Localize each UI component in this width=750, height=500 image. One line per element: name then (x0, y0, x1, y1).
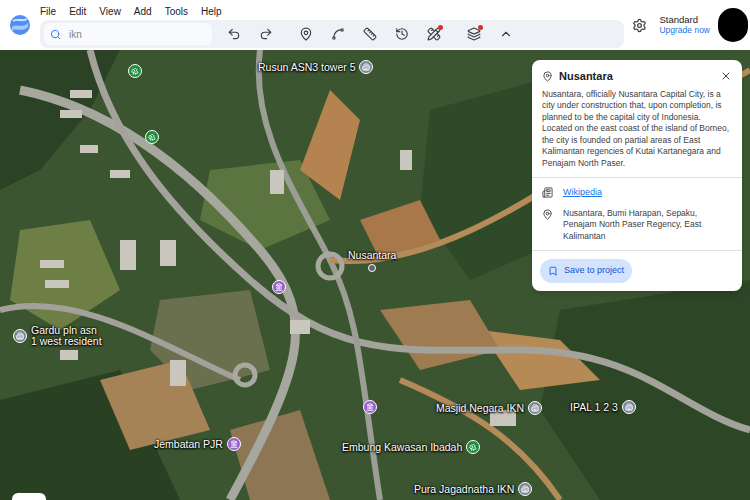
address: Nusantara, Bumi Harapan, Sepaku, Penajam… (563, 208, 732, 243)
park-pin-icon[interactable] (128, 64, 142, 78)
building-pin-icon[interactable] (13, 329, 27, 343)
chevron-up-icon (499, 27, 513, 41)
earth-logo-icon[interactable] (8, 13, 32, 37)
bookmark-icon (548, 266, 558, 276)
tool-buttons (224, 24, 516, 44)
location-icon (542, 71, 553, 82)
wikipedia-row: Wikipedia (532, 178, 742, 200)
map-pin[interactable]: IPAL 1 2 3 (570, 400, 636, 414)
tool-button[interactable] (464, 24, 484, 44)
tool-button[interactable] (296, 24, 316, 44)
search-value[interactable]: ikn (69, 27, 82, 42)
building-pin-icon[interactable] (528, 401, 542, 415)
tool-button[interactable] (360, 24, 380, 44)
pin-label[interactable]: Jembatan PJR (154, 439, 223, 450)
map-pin[interactable]: Jembatan PJR (154, 437, 241, 451)
pin-label[interactable]: Pura Jagadnatha IKN (414, 484, 514, 495)
address-row: Nusantara, Bumi Harapan, Sepaku, Penajam… (532, 200, 742, 251)
attraction-pin-icon[interactable] (363, 400, 377, 414)
tool-button[interactable] (256, 24, 276, 44)
menu-item[interactable]: Edit (69, 4, 86, 19)
map-control[interactable] (12, 493, 46, 500)
menu-item[interactable]: Tools (165, 4, 188, 19)
panel-title: Nusantara (559, 68, 714, 85)
pin-label[interactable]: Rusun ASN3 tower 5 (258, 62, 355, 73)
tool-button[interactable] (496, 24, 516, 44)
placemark-icon (299, 27, 313, 41)
undo-icon (227, 27, 241, 41)
notification-dot (438, 25, 443, 30)
panel-footer: Save to project (532, 251, 742, 291)
menu-item[interactable]: Help (201, 4, 222, 19)
tool-button[interactable] (328, 24, 348, 44)
menu-bar: File Edit View Add Tools Help (40, 2, 632, 20)
map-pin[interactable]: Pura Jagadnatha IKN (414, 482, 532, 496)
park-pin-icon[interactable] (466, 440, 480, 454)
pin-label[interactable]: Masjid Negara IKN (436, 403, 524, 414)
tool-button[interactable] (392, 24, 412, 44)
pin-label[interactable]: IPAL 1 2 3 (570, 402, 618, 413)
divider (532, 250, 742, 251)
header: File Edit View Add Tools Help ikn StandardUpgra… (0, 0, 750, 50)
tool-button[interactable] (224, 24, 244, 44)
attraction-pin-icon[interactable] (227, 437, 241, 451)
notification-dot (478, 25, 483, 30)
toolbar: ikn (40, 20, 624, 48)
menu-item[interactable]: File (40, 4, 56, 19)
plan-info: StandardUpgrade now (659, 14, 710, 36)
map-pin[interactable] (272, 280, 286, 294)
pin-label[interactable]: Nusantara (348, 250, 396, 261)
tool-button[interactable] (424, 24, 444, 44)
save-label: Save to project (564, 264, 624, 278)
app: File Edit View Add Tools Help ikn StandardUpgra… (0, 0, 750, 500)
map[interactable]: Rusun ASN3 tower 5 Nusantara Gardu pln asn… (0, 50, 750, 500)
map-pin[interactable]: Embung Kawasan Ibadah (342, 440, 480, 454)
article-icon (542, 187, 553, 198)
panel-header: Nusantara (532, 60, 742, 89)
map-pin[interactable]: Nusantara (348, 250, 396, 272)
history-icon (395, 27, 409, 41)
avatar[interactable] (718, 8, 748, 42)
divider (532, 177, 742, 178)
park-pin-icon[interactable] (145, 130, 159, 144)
map-pin[interactable]: Rusun ASN3 tower 5 (258, 60, 373, 74)
upgrade-link[interactable]: Upgrade now (659, 25, 710, 36)
building-pin-icon[interactable] (518, 482, 532, 496)
account-area: StandardUpgrade now (632, 8, 750, 42)
save-to-project-button[interactable]: Save to project (540, 259, 632, 283)
pin-label[interactable]: Gardu pln asn1 west resident (31, 325, 102, 347)
close-icon[interactable] (720, 70, 732, 82)
search-icon (50, 29, 61, 40)
menu-item[interactable]: Add (134, 4, 152, 19)
map-pin[interactable]: Masjid Negara IKN (436, 401, 542, 415)
info-panel: Nusantara Nusantara, officially Nusantara… (532, 60, 742, 291)
building-pin-icon[interactable] (359, 60, 373, 74)
app-logo[interactable] (0, 13, 40, 37)
map-pin[interactable] (363, 400, 377, 414)
header-main: File Edit View Add Tools Help ikn (40, 2, 632, 48)
ruler-icon (363, 27, 377, 41)
building-pin-icon[interactable] (622, 400, 636, 414)
path-icon (331, 27, 345, 41)
menu-item[interactable]: View (99, 4, 121, 19)
search-field[interactable]: ikn (44, 23, 212, 45)
map-pin[interactable] (145, 130, 159, 144)
plan-name: Standard (659, 14, 710, 25)
settings-icon[interactable] (632, 18, 647, 33)
map-pin[interactable]: Gardu pln asn1 west resident (13, 325, 102, 347)
address-pin-icon (542, 209, 553, 220)
redo-icon (259, 27, 273, 41)
panel-description: Nusantara, officially Nusantara Capital … (532, 89, 742, 170)
map-pin[interactable] (128, 64, 142, 78)
pin-label[interactable]: Embung Kawasan Ibadah (342, 442, 462, 453)
place-pin-icon[interactable] (368, 264, 376, 272)
attraction-pin-icon[interactable] (272, 280, 286, 294)
wikipedia-link[interactable]: Wikipedia (563, 186, 602, 200)
